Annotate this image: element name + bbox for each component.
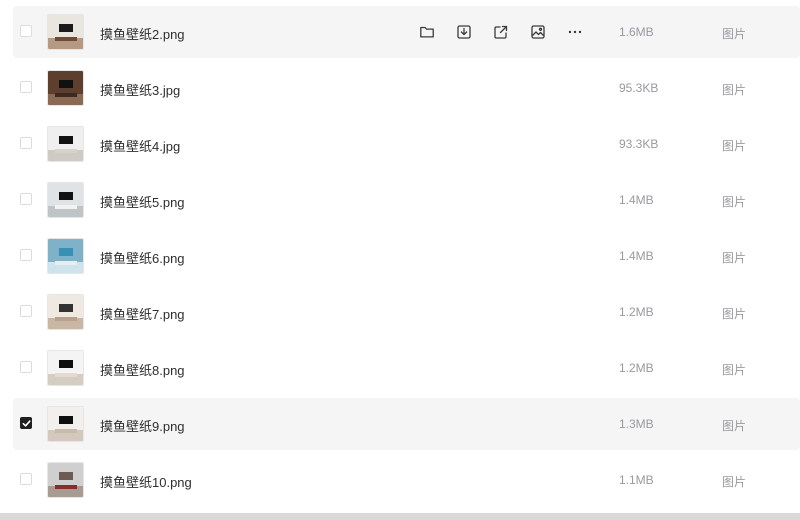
file-row[interactable]: 摸鱼壁纸6.png 1.4MB 图片 bbox=[13, 230, 800, 282]
file-type: 图片 bbox=[722, 195, 747, 209]
row-checkbox[interactable] bbox=[20, 81, 32, 93]
file-name[interactable]: 摸鱼壁纸3.jpg bbox=[100, 80, 180, 99]
file-name[interactable]: 摸鱼壁纸10.png bbox=[100, 472, 192, 491]
row-checkbox[interactable] bbox=[20, 137, 32, 149]
row-checkbox[interactable] bbox=[20, 249, 32, 261]
file-size: 1.6MB bbox=[619, 25, 654, 39]
file-size: 1.4MB bbox=[619, 193, 654, 207]
file-row[interactable]: 摸鱼壁纸7.png 1.2MB 图片 bbox=[13, 286, 800, 338]
file-name[interactable]: 摸鱼壁纸2.png bbox=[100, 24, 185, 43]
row-checkbox[interactable] bbox=[20, 193, 32, 205]
file-size: 1.2MB bbox=[619, 305, 654, 319]
download-icon[interactable] bbox=[454, 22, 474, 42]
file-name[interactable]: 摸鱼壁纸9.png bbox=[100, 416, 185, 435]
file-type: 图片 bbox=[722, 363, 747, 377]
file-size: 93.3KB bbox=[619, 137, 659, 151]
file-size: 1.4MB bbox=[619, 249, 654, 263]
file-type: 图片 bbox=[722, 27, 747, 41]
file-size: 1.2MB bbox=[619, 361, 654, 375]
file-type: 图片 bbox=[722, 307, 747, 321]
file-size: 1.3MB bbox=[619, 417, 654, 431]
row-checkbox[interactable] bbox=[20, 25, 32, 37]
file-type: 图片 bbox=[722, 475, 747, 489]
file-thumbnail[interactable] bbox=[47, 70, 84, 106]
file-name[interactable]: 摸鱼壁纸6.png bbox=[100, 248, 185, 267]
file-name[interactable]: 摸鱼壁纸5.png bbox=[100, 192, 185, 211]
file-thumbnail[interactable] bbox=[47, 294, 84, 330]
file-thumbnail[interactable] bbox=[47, 462, 84, 498]
more-icon[interactable] bbox=[565, 22, 585, 42]
file-thumbnail[interactable] bbox=[47, 406, 84, 442]
file-thumbnail[interactable] bbox=[47, 238, 84, 274]
file-row[interactable]: 摸鱼壁纸4.jpg 93.3KB 图片 bbox=[13, 118, 800, 170]
row-checkbox[interactable] bbox=[20, 305, 32, 317]
file-type: 图片 bbox=[722, 419, 747, 433]
file-thumbnail[interactable] bbox=[47, 14, 84, 50]
horizontal-scrollbar[interactable] bbox=[0, 513, 800, 520]
file-name[interactable]: 摸鱼壁纸7.png bbox=[100, 304, 185, 323]
file-name[interactable]: 摸鱼壁纸8.png bbox=[100, 360, 185, 379]
file-thumbnail[interactable] bbox=[47, 182, 84, 218]
file-row[interactable]: 摸鱼壁纸10.png 1.1MB 图片 bbox=[13, 454, 800, 506]
file-row[interactable]: 摸鱼壁纸9.png 1.3MB 图片 bbox=[13, 398, 800, 450]
file-type: 图片 bbox=[722, 83, 747, 97]
file-row[interactable]: 摸鱼壁纸2.png 1.6MB 图片 bbox=[13, 6, 800, 58]
file-list: 摸鱼壁纸2.png 1.6MB 图片 摸鱼壁纸3.jpg 95.3KB 图片 摸… bbox=[13, 6, 800, 510]
file-type: 图片 bbox=[722, 251, 747, 265]
file-size: 95.3KB bbox=[619, 81, 659, 95]
row-checkbox[interactable] bbox=[20, 417, 32, 429]
file-name[interactable]: 摸鱼壁纸4.jpg bbox=[100, 136, 180, 155]
row-checkbox[interactable] bbox=[20, 473, 32, 485]
file-type: 图片 bbox=[722, 139, 747, 153]
file-thumbnail[interactable] bbox=[47, 126, 84, 162]
file-row[interactable]: 摸鱼壁纸8.png 1.2MB 图片 bbox=[13, 342, 800, 394]
folder-icon[interactable] bbox=[417, 22, 437, 42]
row-checkbox[interactable] bbox=[20, 361, 32, 373]
image-preview-icon[interactable] bbox=[528, 22, 548, 42]
share-icon[interactable] bbox=[491, 22, 511, 42]
file-thumbnail[interactable] bbox=[47, 350, 84, 386]
file-row[interactable]: 摸鱼壁纸5.png 1.4MB 图片 bbox=[13, 174, 800, 226]
file-size: 1.1MB bbox=[619, 473, 654, 487]
file-row[interactable]: 摸鱼壁纸3.jpg 95.3KB 图片 bbox=[13, 62, 800, 114]
